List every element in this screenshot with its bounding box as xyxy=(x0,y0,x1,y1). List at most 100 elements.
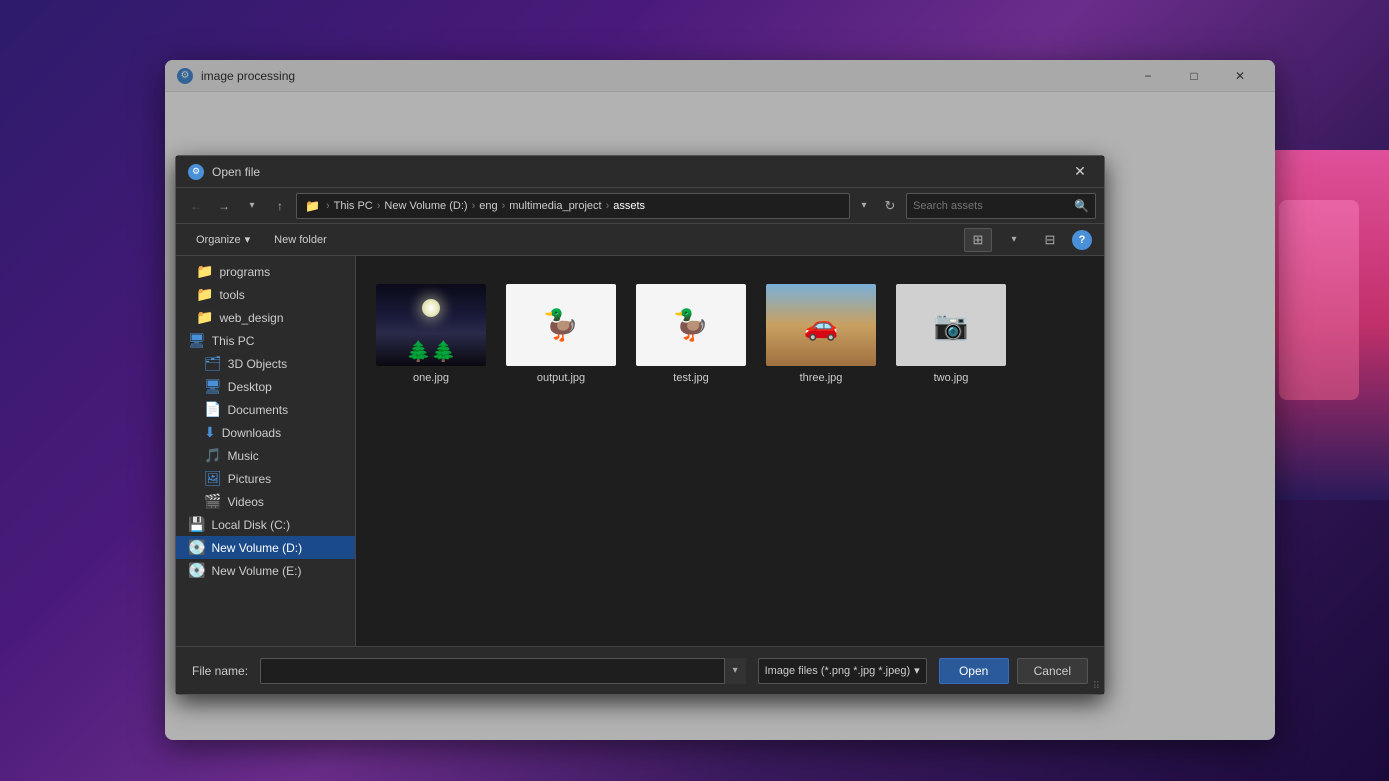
downloads-icon: ⬇ xyxy=(204,424,216,441)
sidebar-item-videos[interactable]: 🎬 Videos xyxy=(176,490,355,513)
content-area: 📁 programs 📁 tools 📁 web_design 🖥 This P… xyxy=(176,256,1104,646)
documents-icon: 📄 xyxy=(204,401,221,418)
breadcrumb-new-volume-d[interactable]: New Volume (D:) xyxy=(384,200,467,212)
sidebar-item-label: Videos xyxy=(227,495,263,509)
file-name-input[interactable] xyxy=(260,658,746,684)
sidebar-item-new-volume-e[interactable]: 💽 New Volume (E:) xyxy=(176,559,355,582)
sidebar-item-label: Local Disk (C:) xyxy=(211,518,290,532)
main-window: ⚙ image processing − □ ✕ ⚙ Open file ✕ ←… xyxy=(165,60,1275,740)
organize-dropdown-icon: ▾ xyxy=(245,233,251,246)
bottom-bar: File name: ▾ Image files (*.png *.jpg *.… xyxy=(176,646,1104,694)
file-name-one: one.jpg xyxy=(413,372,449,384)
sidebar-item-desktop[interactable]: 🖥 Desktop xyxy=(176,375,355,398)
thumbnail-image-three: 🚗 xyxy=(766,284,876,366)
sidebar-item-programs[interactable]: 📁 programs xyxy=(176,260,355,283)
breadcrumb-this-pc[interactable]: This PC xyxy=(334,200,373,212)
search-icon: 🔍 xyxy=(1074,199,1089,213)
sidebar-item-music[interactable]: 🎵 Music xyxy=(176,444,355,467)
sidebar-item-this-pc[interactable]: 🖥 This PC xyxy=(176,329,355,352)
sidebar-item-label: web_design xyxy=(219,311,283,325)
file-item-test[interactable]: 🦆 test.jpg xyxy=(636,276,746,392)
sidebar-item-label: This PC xyxy=(212,334,255,348)
preview-pane-button[interactable]: ⊟ xyxy=(1036,228,1064,252)
breadcrumb-dropdown-button[interactable]: ▾ xyxy=(854,193,874,219)
file-thumbnail-one xyxy=(376,284,486,366)
recent-locations-button[interactable]: ▾ xyxy=(240,194,264,218)
folder-icon: 📁 xyxy=(196,263,213,280)
sidebar-item-label: programs xyxy=(219,265,270,279)
sidebar-item-label: tools xyxy=(219,288,244,302)
file-thumbnail-two: 📷 xyxy=(896,284,1006,366)
file-thumbnail-test: 🦆 xyxy=(636,284,746,366)
file-name-two: two.jpg xyxy=(934,372,969,384)
sidebar-item-label: 3D Objects xyxy=(228,357,287,371)
toolbar: Organize ▾ New folder ⊞ ▾ ⊟ ? xyxy=(176,224,1104,256)
view-dropdown-button[interactable]: ▾ xyxy=(1000,228,1028,252)
files-grid: one.jpg 🦆 output.jpg 🦆 test.jpg xyxy=(376,276,1084,392)
forward-button[interactable]: → xyxy=(212,194,236,218)
breadcrumb-bar: 📁 › This PC › New Volume (D:) › eng › mu… xyxy=(296,193,850,219)
sidebar-item-pictures[interactable]: 🖼 Pictures xyxy=(176,467,355,490)
file-name-label: File name: xyxy=(192,664,248,678)
drive-icon: 💾 xyxy=(188,516,205,533)
drive-icon: 💽 xyxy=(188,539,205,556)
file-area: one.jpg 🦆 output.jpg 🦆 test.jpg xyxy=(356,256,1104,646)
back-button[interactable]: ← xyxy=(184,194,208,218)
breadcrumb-root-icon: 📁 xyxy=(305,199,320,213)
sidebar: 📁 programs 📁 tools 📁 web_design 🖥 This P… xyxy=(176,256,356,646)
sidebar-item-local-disk-c[interactable]: 💾 Local Disk (C:) xyxy=(176,513,355,536)
sidebar-item-label: Downloads xyxy=(222,426,281,440)
breadcrumb-assets[interactable]: assets xyxy=(613,200,645,212)
file-item-output[interactable]: 🦆 output.jpg xyxy=(506,276,616,392)
organize-button[interactable]: Organize ▾ xyxy=(188,228,258,252)
file-thumbnail-three: 🚗 xyxy=(766,284,876,366)
file-item-three[interactable]: 🚗 three.jpg xyxy=(766,276,876,392)
sidebar-item-label: Pictures xyxy=(228,472,271,486)
sidebar-item-label: New Volume (E:) xyxy=(211,564,301,578)
file-name-test: test.jpg xyxy=(673,372,708,384)
search-input[interactable] xyxy=(913,200,1074,212)
dialog-close-button[interactable]: ✕ xyxy=(1068,162,1092,182)
file-type-select[interactable]: Image files (*.png *.jpg *.jpeg) ▾ xyxy=(758,658,927,684)
new-folder-button[interactable]: New folder xyxy=(266,228,335,252)
bg-decoration-right2 xyxy=(1279,200,1359,400)
3d-objects-icon: 🗂 xyxy=(204,355,222,372)
thumbnail-image-test: 🦆 xyxy=(636,284,746,366)
breadcrumb-eng[interactable]: eng xyxy=(479,200,497,212)
organize-label: Organize xyxy=(196,234,241,246)
cancel-button[interactable]: Cancel xyxy=(1017,658,1088,684)
sidebar-item-web-design[interactable]: 📁 web_design xyxy=(176,306,355,329)
sidebar-item-label: New Volume (D:) xyxy=(211,541,302,555)
refresh-button[interactable]: ↻ xyxy=(878,194,902,218)
help-button[interactable]: ? xyxy=(1072,230,1092,250)
file-item-two[interactable]: 📷 two.jpg xyxy=(896,276,1006,392)
sidebar-item-documents[interactable]: 📄 Documents xyxy=(176,398,355,421)
music-icon: 🎵 xyxy=(204,447,221,464)
dialog-title: Open file xyxy=(212,165,1068,179)
sidebar-item-label: Music xyxy=(227,449,258,463)
thumbnail-image-two: 📷 xyxy=(896,284,1006,366)
videos-icon: 🎬 xyxy=(204,493,221,510)
drive-icon: 💽 xyxy=(188,562,205,579)
file-name-dropdown-button[interactable]: ▾ xyxy=(724,658,746,684)
sidebar-item-tools[interactable]: 📁 tools xyxy=(176,283,355,306)
sidebar-item-new-volume-d[interactable]: 💽 New Volume (D:) xyxy=(176,536,355,559)
file-item-one[interactable]: one.jpg xyxy=(376,276,486,392)
dialog-titlebar: ⚙ Open file ✕ xyxy=(176,156,1104,188)
open-button[interactable]: Open xyxy=(939,658,1009,684)
file-name-output: output.jpg xyxy=(537,372,585,384)
pictures-icon: 🖼 xyxy=(204,470,222,487)
sidebar-item-label: Documents xyxy=(227,403,288,417)
breadcrumb-multimedia-project[interactable]: multimedia_project xyxy=(509,200,601,212)
view-icon-button[interactable]: ⊞ xyxy=(964,228,992,252)
sidebar-item-3d-objects[interactable]: 🗂 3D Objects xyxy=(176,352,355,375)
computer-icon: 🖥 xyxy=(188,332,206,349)
up-button[interactable]: ↑ xyxy=(268,194,292,218)
action-buttons: Open Cancel xyxy=(939,658,1088,684)
resize-handle[interactable]: ⠿ xyxy=(1093,681,1100,692)
file-name-input-wrapper: ▾ xyxy=(260,658,746,684)
file-type-dropdown-icon: ▾ xyxy=(914,664,920,677)
file-thumbnail-output: 🦆 xyxy=(506,284,616,366)
sidebar-item-downloads[interactable]: ⬇ Downloads xyxy=(176,421,355,444)
open-file-dialog: ⚙ Open file ✕ ← → ▾ ↑ 📁 › This PC › New … xyxy=(175,155,1105,695)
